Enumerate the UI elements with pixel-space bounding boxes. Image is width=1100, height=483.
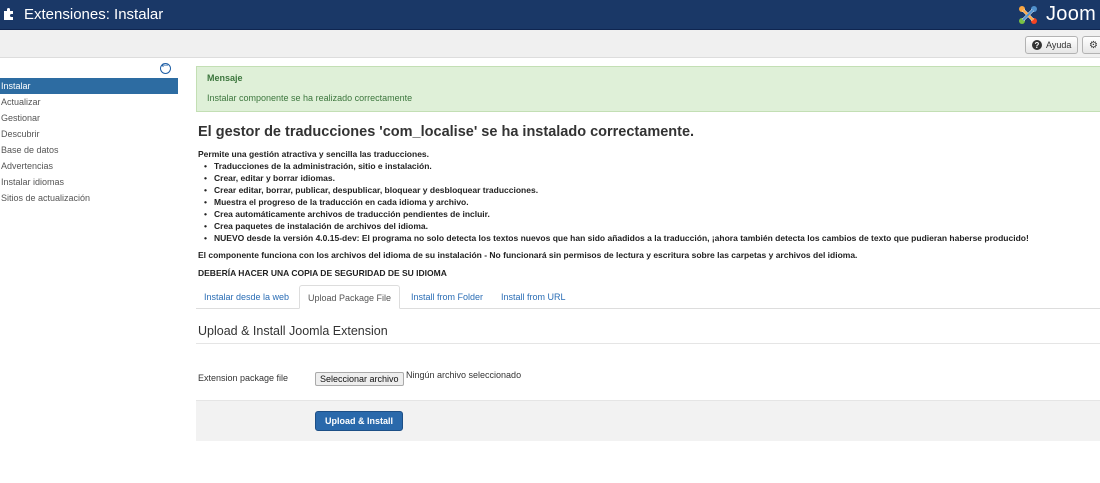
tab-instalar-desde-la-web[interactable]: Instalar desde la web (196, 285, 297, 309)
section-divider (196, 343, 1100, 344)
sidebar-item-actualizar[interactable]: Actualizar (0, 94, 178, 110)
sidebar-item-instalar-idiomas[interactable]: Instalar idiomas (0, 174, 178, 190)
sidebar-item-instalar[interactable]: Instalar (0, 78, 178, 94)
top-header: Extensiones: Instalar Joom (0, 0, 1100, 30)
install-result-title: El gestor de traducciones 'com_localise'… (198, 124, 695, 140)
choose-file-button[interactable]: Seleccionar archivo (315, 372, 404, 386)
install-tabs: Instalar desde la web Upload Package Fil… (196, 285, 1100, 309)
joomla-logo-text: Joom (1046, 3, 1097, 25)
feature-item: Muestra el progreso de la traducción en … (198, 196, 1029, 208)
feature-item: NUEVO desde la versión 4.0.15-dev: El pr… (198, 232, 1029, 244)
sidebar-item-advertencias[interactable]: Advertencias (0, 158, 178, 174)
backup-warning: DEBERÍA HACER UNA COPIA DE SEGURIDAD DE … (198, 268, 447, 278)
tab-install-from-url[interactable]: Install from URL (493, 285, 574, 309)
feature-item: Crea automáticamente archivos de traducc… (198, 208, 1029, 220)
sidebar-menu: Instalar Actualizar Gestionar Descubrir … (0, 78, 178, 206)
feature-item: Traducciones de la administración, sitio… (198, 160, 1029, 172)
form-actions: Upload & Install (196, 400, 1100, 441)
collapse-sidebar-icon[interactable] (160, 61, 171, 74)
alert-message: Instalar componente se ha realizado corr… (207, 93, 413, 103)
options-button[interactable]: ⚙ (1082, 36, 1100, 54)
gear-icon: ⚙ (1089, 39, 1098, 51)
sidebar: Instalar Actualizar Gestionar Descubrir … (0, 58, 178, 218)
component-note: El componente funciona con los archivos … (198, 250, 858, 260)
alert-heading: Mensaje (207, 73, 243, 83)
feature-item: Crea paquetes de instalación de archivos… (198, 220, 1029, 232)
joomla-logo-icon (1019, 6, 1037, 24)
sidebar-item-sitios-actualizacion[interactable]: Sitios de actualización (0, 190, 178, 206)
sidebar-item-base-de-datos[interactable]: Base de datos (0, 142, 178, 158)
page-title: Extensiones: Instalar (24, 6, 164, 23)
question-circle-icon: ? (1032, 40, 1042, 50)
puzzle-icon (4, 8, 13, 20)
sidebar-item-descubrir[interactable]: Descubrir (0, 126, 178, 142)
feature-item: Crear editar, borrar, publicar, despubli… (198, 184, 1029, 196)
toolbar: ? Ayuda ⚙ (0, 30, 1100, 58)
tab-upload-package-file[interactable]: Upload Package File (299, 285, 401, 309)
file-status-text: Ningún archivo seleccionado (406, 370, 522, 380)
component-intro: Permite una gestión atractiva y sencilla… (198, 149, 430, 159)
feature-item: Crear, editar y borrar idiomas. (198, 172, 1029, 184)
upload-section-title: Upload & Install Joomla Extension (198, 324, 388, 338)
upload-install-button[interactable]: Upload & Install (315, 411, 404, 431)
feature-list: Traducciones de la administración, sitio… (198, 160, 1029, 244)
sidebar-item-gestionar[interactable]: Gestionar (0, 110, 178, 126)
extension-package-label: Extension package file (198, 373, 289, 383)
tab-install-from-folder[interactable]: Install from Folder (403, 285, 491, 309)
help-button-label: Ayuda (1046, 40, 1072, 50)
help-button[interactable]: ? Ayuda (1025, 36, 1079, 54)
success-alert: Mensaje Instalar componente se ha realiz… (196, 66, 1100, 112)
